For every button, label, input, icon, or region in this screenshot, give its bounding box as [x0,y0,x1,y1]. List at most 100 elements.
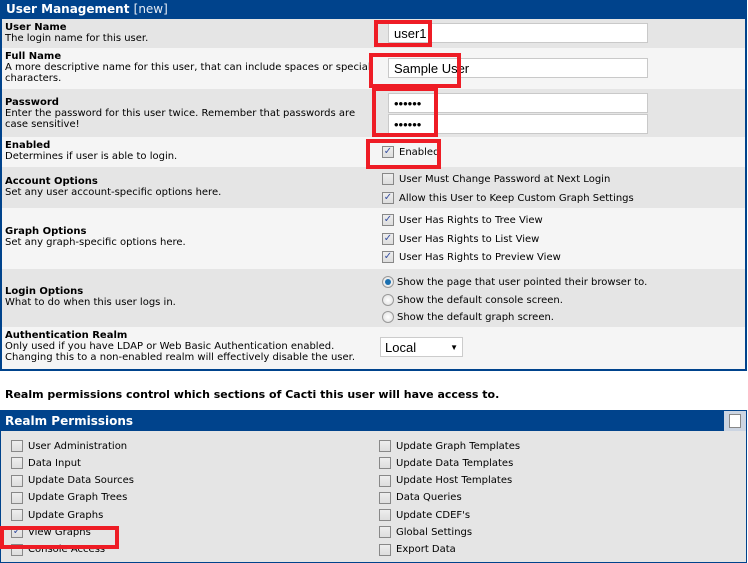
realm-note: Realm permissions control which sections… [5,388,500,401]
checkbox-unchecked-icon[interactable] [379,474,391,487]
realm-update-cdefs[interactable]: Update CDEF's [379,509,520,522]
login-option-console-radio[interactable]: Show the default console screen. [382,294,563,306]
row-auth-realm: Authentication Realm Only used if you hav… [2,327,745,369]
option-label: Enabled [399,146,440,158]
realm-update-data-templates[interactable]: Update Data Templates [379,457,520,470]
user-name-input[interactable]: user1 [388,23,648,43]
field-desc: Determines if user is able to login. [5,151,178,162]
selected-value: Local [385,339,417,355]
realm-user-administration[interactable]: User Administration [11,440,134,452]
radio-selected-icon[interactable] [382,276,394,288]
option-label: Update Graphs [28,509,104,521]
field-label: Password [5,97,59,108]
login-option-graph-radio[interactable]: Show the default graph screen. [382,311,554,323]
realm-data-input[interactable]: Data Input [11,457,134,470]
realm-global-settings[interactable]: Global Settings [379,526,520,539]
checkbox-unchecked-icon[interactable] [11,509,23,522]
preview-view-checkbox[interactable]: ✓ User Has Rights to Preview View [382,251,561,263]
checkbox-unchecked-icon[interactable] [729,414,741,428]
option-label: Update Graph Templates [396,440,521,452]
field-label: Full Name [5,51,62,62]
must-change-password-checkbox[interactable]: User Must Change Password at Next Login [382,173,610,185]
realm-header: Realm Permissions [1,411,746,431]
login-option-page-radio[interactable]: Show the page that user pointed their br… [382,276,647,288]
field-label: Enabled [5,140,51,151]
checkbox-unchecked-icon[interactable] [379,543,391,556]
option-label: Export Data [396,544,456,556]
field-label: Account Options [5,176,98,187]
checkbox-unchecked-icon[interactable] [11,474,23,487]
realm-update-host-templates[interactable]: Update Host Templates [379,474,520,487]
checkbox-unchecked-icon[interactable] [11,491,23,504]
row-password: Password Enter the password for this user… [2,89,745,137]
full-name-input[interactable]: Sample User [388,58,648,78]
auth-realm-select[interactable]: Local ▼ [380,337,463,357]
field-label: User Name [5,22,67,33]
checkbox-unchecked-icon[interactable] [379,491,391,504]
section-header: User Management [new] [2,0,745,19]
checkbox-unchecked-icon[interactable] [379,440,391,452]
radio-icon[interactable] [382,294,394,306]
checkbox-unchecked-icon[interactable] [11,440,23,452]
checkbox-checked-icon[interactable]: ✓ [382,214,394,226]
option-label: Show the default graph screen. [397,311,554,323]
user-management-table: User Management [new] User Name The login… [0,0,747,371]
realm-update-graph-trees[interactable]: Update Graph Trees [11,491,134,504]
realm-view-graphs[interactable]: ✓ View Graphs [11,526,134,539]
password-confirm-input[interactable]: •••••• [388,114,648,134]
option-label: Show the page that user pointed their br… [397,276,648,288]
option-label: Show the default console screen. [397,294,563,306]
checkbox-unchecked-icon[interactable] [379,509,391,522]
field-desc: What to do when this user logs in. [5,297,176,308]
checkbox-unchecked-icon[interactable] [379,457,391,470]
checkbox-unchecked-icon[interactable] [379,526,391,539]
option-label: Allow this User to Keep Custom Graph Set… [399,192,634,204]
checkbox-checked-icon[interactable]: ✓ [382,251,394,263]
row-login-options: Login Options What to do when this user l… [2,269,745,327]
checkbox-checked-icon[interactable]: ✓ [382,146,394,158]
realm-update-graph-templates[interactable]: Update Graph Templates [379,440,520,452]
realm-update-data-sources[interactable]: Update Data Sources [11,474,134,487]
option-label: User Has Rights to Preview View [399,251,561,263]
enabled-checkbox[interactable]: ✓ Enabled [382,146,439,158]
row-user-name: User Name The login name for this user. u… [2,19,745,48]
field-desc: Set any user account-specific options he… [5,187,222,198]
radio-icon[interactable] [382,311,394,323]
realm-title: Realm Permissions [5,414,134,428]
row-graph-options: Graph Options Set any graph-specific opti… [2,208,745,269]
option-label: Data Input [28,457,81,469]
option-label: View Graphs [28,526,91,538]
option-label: Update CDEF's [396,509,471,521]
select-all-checkbox[interactable] [724,411,746,431]
field-desc: Enter the password for this user twice. … [5,108,356,130]
new-tag: [new] [133,2,168,16]
realm-console-access[interactable]: Console Access [11,543,134,556]
realm-right-column: Update Graph Templates Update Data Templ… [379,440,520,556]
checkbox-checked-icon[interactable]: ✓ [382,233,394,245]
field-label: Login Options [5,286,84,297]
option-label: Update Graph Trees [28,492,128,504]
checkbox-checked-icon[interactable]: ✓ [11,526,23,539]
keep-graph-settings-checkbox[interactable]: ✓ Allow this User to Keep Custom Graph Se… [382,192,634,204]
list-view-checkbox[interactable]: ✓ User Has Rights to List View [382,233,539,245]
option-label: User Must Change Password at Next Login [399,173,611,185]
option-label: Global Settings [396,526,473,538]
checkbox-checked-icon[interactable]: ✓ [382,192,394,204]
realm-data-queries[interactable]: Data Queries [379,491,520,504]
password-input[interactable]: •••••• [388,93,648,113]
field-label: Authentication Realm [5,330,128,341]
dropdown-arrow-icon: ▼ [450,342,458,352]
checkbox-unchecked-icon[interactable] [11,543,23,556]
row-enabled: Enabled Determines if user is able to log… [2,137,745,167]
tree-view-checkbox[interactable]: ✓ User Has Rights to Tree View [382,214,543,226]
field-desc: A more descriptive name for this user, t… [5,62,371,84]
option-label: Update Host Templates [396,475,513,487]
checkbox-unchecked-icon[interactable] [11,457,23,470]
section-title: User Management [6,2,130,16]
realm-export-data[interactable]: Export Data [379,543,520,556]
row-full-name: Full Name A more descriptive name for thi… [2,48,745,89]
realm-permissions-table: Realm Permissions User Administration Da… [0,410,747,563]
option-label: Data Queries [396,492,462,504]
checkbox-unchecked-icon[interactable] [382,173,394,185]
realm-update-graphs[interactable]: Update Graphs [11,509,134,522]
